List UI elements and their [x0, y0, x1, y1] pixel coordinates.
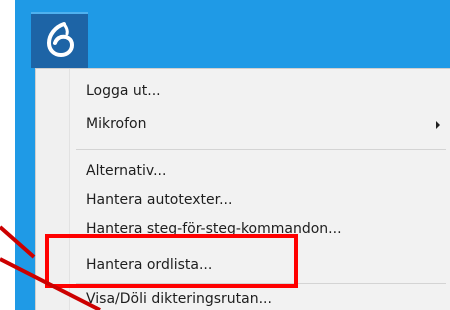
- screenshot: Logga ut... Mikrofon Alternativ... Hante…: [0, 0, 450, 310]
- menu-item-hantera-autotexter[interactable]: Hantera autotexter...: [36, 186, 450, 216]
- menu-item-label: Hantera steg-för-steg-kommandon...: [86, 221, 342, 237]
- menu-item-label: Hantera autotexter...: [86, 192, 233, 208]
- menu-item-label: Alternativ...: [86, 163, 167, 179]
- dragon-logo-icon: [46, 22, 75, 58]
- submenu-arrow-icon: [436, 121, 440, 129]
- menu-item-label: Logga ut...: [86, 83, 161, 99]
- dragon-bar-side: [15, 68, 35, 310]
- menu-separator: [76, 149, 446, 150]
- menu-item-mikrofon[interactable]: Mikrofon: [36, 110, 450, 140]
- menu-item-hantera-kommandon[interactable]: Hantera steg-för-steg-kommandon...: [36, 215, 450, 245]
- menu-item-label: Mikrofon: [86, 116, 147, 132]
- menu-separator: [76, 283, 446, 284]
- menu-item-label: Visa/Döli dikteringsrutan...: [86, 291, 272, 307]
- menu-item-hantera-ordlista[interactable]: Hantera ordlista...: [36, 251, 450, 281]
- dragon-menu-button[interactable]: [31, 12, 88, 68]
- menu-item-alternativ[interactable]: Alternativ...: [36, 157, 450, 187]
- menu-item-label: Hantera ordlista...: [86, 257, 213, 273]
- dragon-context-menu: Logga ut... Mikrofon Alternativ... Hante…: [35, 68, 450, 310]
- menu-item-logga-ut[interactable]: Logga ut...: [36, 77, 450, 107]
- menu-item-visa-doli[interactable]: Visa/Döli dikteringsrutan...: [36, 285, 450, 310]
